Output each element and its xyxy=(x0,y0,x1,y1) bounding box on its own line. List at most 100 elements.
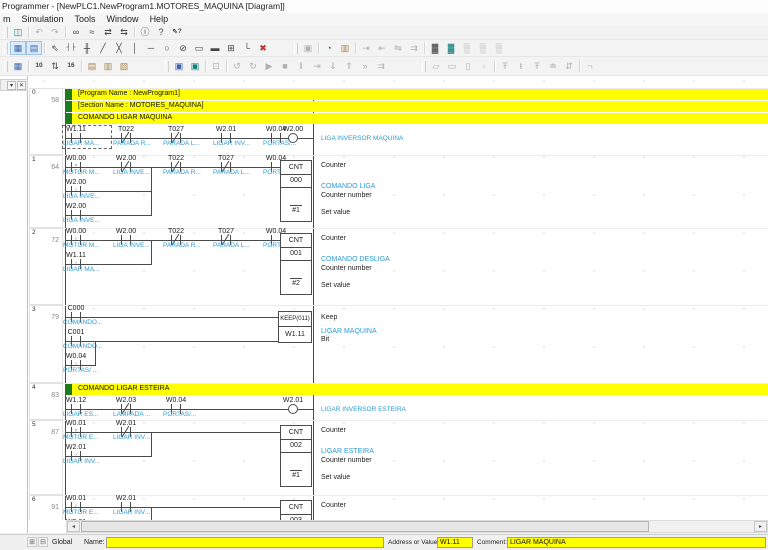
sim-step-run-icon[interactable]: ⇥ xyxy=(309,59,325,73)
new-closed-contact-or-icon[interactable]: ╳ xyxy=(111,41,127,55)
symbol-table-icon[interactable]: ▤ xyxy=(84,59,100,73)
search-forward-icon[interactable]: ⇆ xyxy=(116,25,132,39)
diagram-view-icon[interactable]: ▦ xyxy=(10,41,26,55)
toolbar-grip[interactable] xyxy=(165,60,169,72)
menu-item-simulation[interactable]: Simulation xyxy=(22,14,64,24)
watch-sheet-icon[interactable]: ⊞ xyxy=(27,537,37,547)
instruction-block-CNT[interactable]: CNT 002 #1 xyxy=(280,425,312,487)
toolbar-grip[interactable] xyxy=(422,60,426,72)
window-cascade-icon[interactable]: ▱ xyxy=(428,59,444,73)
rung-margin[interactable]: 5 87 xyxy=(29,420,63,495)
debug-mode-icon[interactable]: ▒ xyxy=(475,41,491,55)
program-mode-icon[interactable]: ▒ xyxy=(459,41,475,55)
mnemonic-view-icon[interactable]: ▤ xyxy=(26,41,42,55)
context-help-icon[interactable]: ⇖? xyxy=(169,25,185,39)
sim-step-forward-icon[interactable]: ↻ xyxy=(245,59,261,73)
redo-icon[interactable]: ↷ xyxy=(47,25,63,39)
menu-item-help[interactable]: Help xyxy=(150,14,169,24)
find-replace-icon[interactable]: ≈ xyxy=(84,25,100,39)
output-coil-W2.00[interactable] xyxy=(288,133,298,143)
line-connect-icon[interactable]: └ xyxy=(239,41,255,55)
new-contact-or-icon[interactable]: ╫ xyxy=(79,41,95,55)
io-table-icon[interactable]: ▥ xyxy=(100,59,116,73)
monitor-mode-icon[interactable]: ▓ xyxy=(443,41,459,55)
toolbar-grip[interactable] xyxy=(4,42,8,54)
sim-step-out-icon[interactable]: ⇑ xyxy=(341,59,357,73)
menu-item-m[interactable]: m xyxy=(3,14,11,24)
new-contact-icon[interactable]: ┤├ xyxy=(63,41,79,55)
search-back-icon[interactable]: ⇄ xyxy=(100,25,116,39)
help-icon[interactable]: ? xyxy=(153,25,169,39)
scroll-thumb[interactable] xyxy=(81,521,649,532)
sim-pause-icon[interactable]: ‖ xyxy=(293,59,309,73)
watch-sheet2-icon[interactable]: ⊟ xyxy=(38,537,48,547)
sim-continuous-run-icon[interactable]: » xyxy=(357,59,373,73)
sim-step-in-icon[interactable]: ⇓ xyxy=(325,59,341,73)
works-icon[interactable]: ▣ xyxy=(300,41,316,55)
show-window-icon[interactable]: ◫ xyxy=(10,25,26,39)
force-cancel-icon[interactable]: Ŧ xyxy=(529,59,545,73)
monitor-signed-icon[interactable]: ⇅ xyxy=(47,59,63,73)
transfer-from-plc-icon[interactable]: ⇤ xyxy=(374,41,390,55)
panel-close-button[interactable]: ✕ xyxy=(17,80,26,90)
toolbar-grip[interactable] xyxy=(4,60,8,72)
sim-scan-run-icon[interactable]: ⇉ xyxy=(373,59,389,73)
stop-mode-icon[interactable]: ▒ xyxy=(491,41,507,55)
window-tile-v-icon[interactable]: ▯ xyxy=(460,59,476,73)
window-tile-h-icon[interactable]: ▭ xyxy=(444,59,460,73)
sim-stop-icon[interactable]: ■ xyxy=(277,59,293,73)
instruction-block-KEEP[interactable]: KEEP(011) W1.11 xyxy=(278,311,312,343)
settings-icon[interactable]: ▧ xyxy=(116,59,132,73)
name-field[interactable] xyxy=(106,537,384,548)
window-arrange-icon[interactable]: ▫ xyxy=(476,59,492,73)
panel-minimize-button[interactable]: ▾ xyxy=(7,80,16,90)
force-on-icon[interactable]: Ŧ xyxy=(497,59,513,73)
new-function-block-icon[interactable]: ⊞ xyxy=(223,41,239,55)
instruction-block-CNT[interactable]: CNT003#1 xyxy=(280,500,312,520)
grid-toggle-icon[interactable]: ▦ xyxy=(10,59,26,73)
menu-item-tools[interactable]: Tools xyxy=(75,14,96,24)
toolbar-grip[interactable] xyxy=(294,42,298,54)
force-off-icon[interactable]: ŧ xyxy=(513,59,529,73)
instruction-block-CNT[interactable]: CNT 000 #1 xyxy=(280,160,312,222)
horizontal-scrollbar[interactable]: ◂ ▸ xyxy=(66,520,768,533)
new-closed-coil-icon[interactable]: ⊘ xyxy=(175,41,191,55)
comment-field[interactable]: LIGAR MAQUINA xyxy=(507,537,766,548)
toolbar-grip[interactable] xyxy=(4,26,8,38)
address-field[interactable]: W1.11 xyxy=(437,537,473,548)
find-icon[interactable]: ∞ xyxy=(68,25,84,39)
new-coil-icon[interactable]: ○ xyxy=(159,41,175,55)
new-closed-contact-icon[interactable]: ╱ xyxy=(95,41,111,55)
scroll-left-arrow[interactable]: ◂ xyxy=(67,521,80,532)
partial-transfer-icon[interactable]: ⇉ xyxy=(406,41,422,55)
differential-monitor-icon[interactable]: ⇵ xyxy=(561,59,577,73)
rung-margin[interactable]: 3 79 xyxy=(29,305,63,383)
copy-program-icon[interactable]: ⊡ xyxy=(208,59,224,73)
toggle-panel-icon[interactable]: ¬ xyxy=(582,59,598,73)
program-check-icon[interactable]: ▥ xyxy=(337,41,353,55)
transfer-to-plc-icon[interactable]: ⇥ xyxy=(358,41,374,55)
selection-tool-icon[interactable]: ⇖ xyxy=(47,41,63,55)
new-instruction-icon[interactable]: ▭ xyxy=(191,41,207,55)
sim-step-back-icon[interactable]: ↺ xyxy=(229,59,245,73)
rung-margin[interactable]: 1 64 xyxy=(29,155,63,228)
instruction-block-CNT[interactable]: CNT 001 #2 xyxy=(280,233,312,295)
output-coil-W2.01[interactable] xyxy=(288,404,298,414)
sim-run-icon[interactable]: ▶ xyxy=(261,59,277,73)
save-project-icon[interactable]: ▣ xyxy=(171,59,187,73)
new-inverted-instruction-icon[interactable]: ▬ xyxy=(207,41,223,55)
new-vertical-line-icon[interactable]: │ xyxy=(127,41,143,55)
new-horizontal-line-icon[interactable]: ─ xyxy=(143,41,159,55)
rung-margin[interactable]: 0 58 xyxy=(29,88,63,155)
about-icon[interactable]: ⓘ xyxy=(137,25,153,39)
ladder-diagram-view[interactable]: 0 58 [Program Name : NewProgram1] [Section … xyxy=(29,78,768,520)
scroll-right-arrow[interactable]: ▸ xyxy=(754,521,767,532)
menu-item-window[interactable]: Window xyxy=(107,14,139,24)
monitor-hex-icon[interactable]: 16 xyxy=(63,59,79,73)
undo-icon[interactable]: ↶ xyxy=(31,25,47,39)
online-icon[interactable]: ◔ xyxy=(321,41,337,55)
set-value-icon[interactable]: ≐ xyxy=(545,59,561,73)
rung-margin[interactable]: 2 72 xyxy=(29,228,63,305)
monitor-decimal-icon[interactable]: 10 xyxy=(31,59,47,73)
save-all-icon[interactable]: ▣ xyxy=(187,59,203,73)
